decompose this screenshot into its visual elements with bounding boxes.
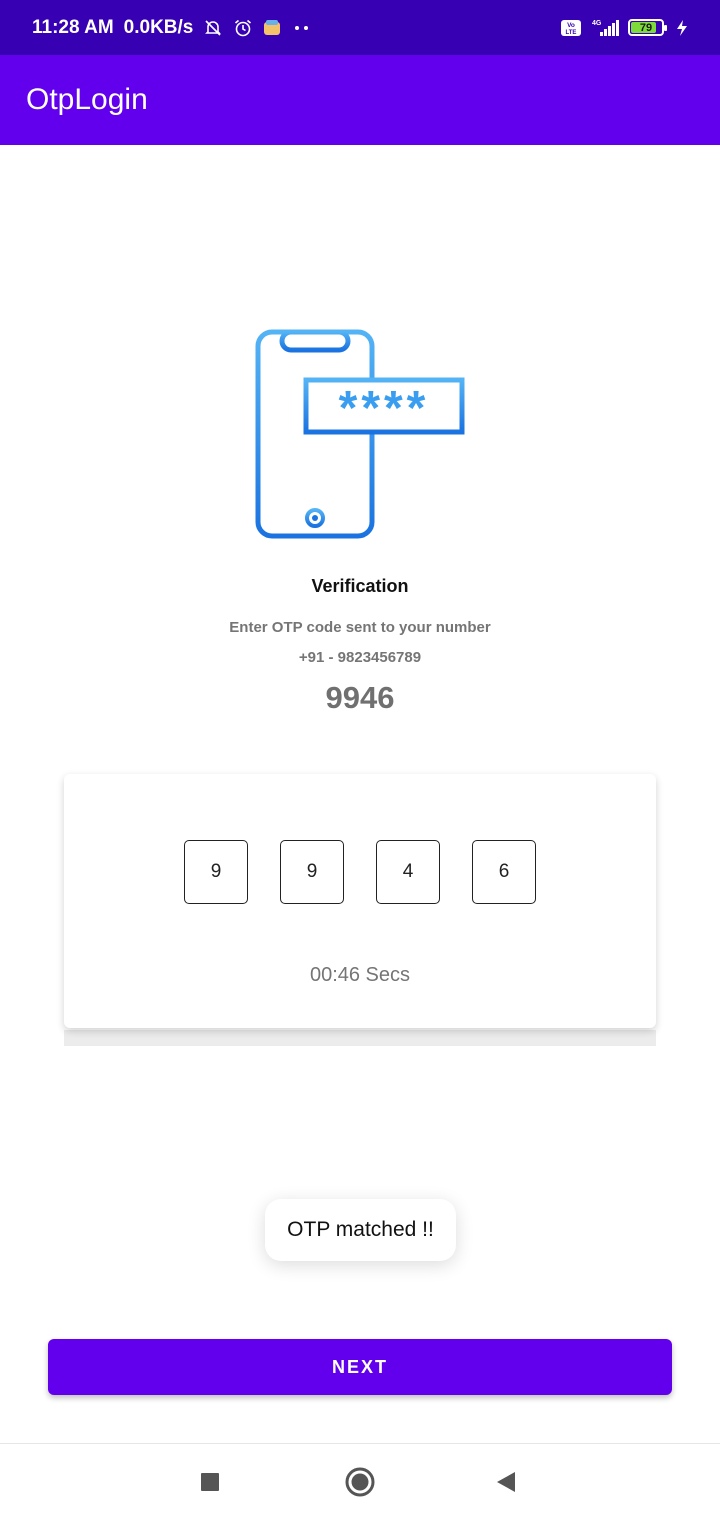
status-bar: 11:28 AM 0.0KB/s Vo LTE 4G 79 xyxy=(0,0,720,55)
otp-card: 9 9 4 6 00:46 Secs xyxy=(64,774,656,1028)
otp-digit-3[interactable]: 4 xyxy=(376,840,440,904)
otp-digit-2[interactable]: 9 xyxy=(280,840,344,904)
app-notification-icon xyxy=(263,19,281,37)
verification-title: Verification xyxy=(311,576,409,596)
home-icon[interactable] xyxy=(344,1466,376,1498)
otp-code-display: 9946 xyxy=(325,680,395,715)
signal-icon: 4G xyxy=(590,18,620,38)
back-icon[interactable] xyxy=(490,1466,522,1498)
otp-digit-4[interactable]: 6 xyxy=(472,840,536,904)
otp-timer: 00:46 Secs xyxy=(309,964,411,986)
hero-mask: **** xyxy=(339,382,430,435)
svg-text:4G: 4G xyxy=(592,20,602,27)
recents-icon[interactable] xyxy=(194,1466,226,1498)
phone-otp-icon: **** xyxy=(250,326,470,546)
svg-text:Vo: Vo xyxy=(567,22,575,29)
app-title: OtpLogin xyxy=(26,83,148,116)
volte-icon: Vo LTE xyxy=(560,19,582,37)
app-bar: OtpLogin xyxy=(0,55,720,145)
battery-icon: 79 xyxy=(628,19,667,36)
status-time: 11:28 AM xyxy=(32,16,114,38)
charging-icon xyxy=(676,19,688,37)
otp-digit-1[interactable]: 9 xyxy=(184,840,248,904)
alarm-icon xyxy=(233,18,253,38)
battery-level: 79 xyxy=(639,21,653,34)
toast-message: OTP matched !! xyxy=(265,1199,456,1261)
notifications-off-icon xyxy=(203,18,223,38)
verification-subtitle: Enter OTP code sent to your number xyxy=(229,619,491,636)
card-shadow xyxy=(64,1030,656,1046)
more-dots-icon xyxy=(291,23,313,33)
next-button[interactable]: NEXT xyxy=(48,1339,672,1395)
phone-number: +91 - 9823456789 xyxy=(298,649,422,666)
status-net-speed: 0.0KB/s xyxy=(123,16,194,38)
toast-text: OTP matched !! xyxy=(287,1218,434,1241)
svg-text:LTE: LTE xyxy=(566,30,577,36)
system-nav-bar xyxy=(0,1443,720,1520)
